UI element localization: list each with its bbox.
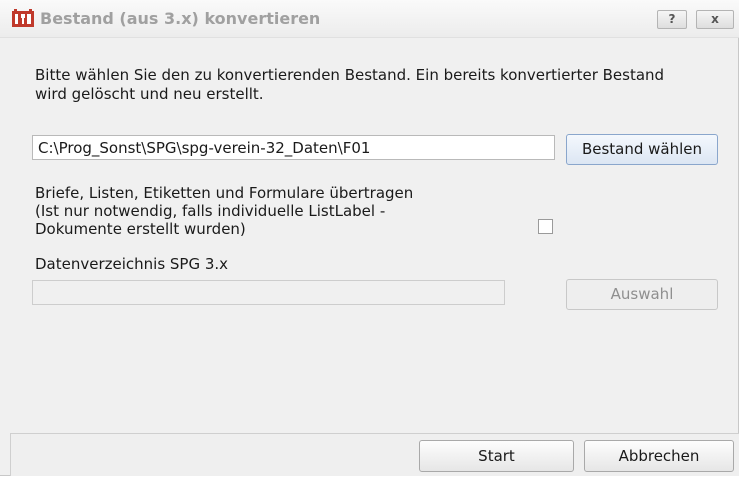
choose-bestand-button[interactable]: Bestand wählen bbox=[566, 134, 718, 165]
window-title: Bestand (aus 3.x) konvertieren bbox=[40, 9, 321, 28]
data-directory-label: Datenverzeichnis SPG 3.x bbox=[35, 255, 229, 273]
data-directory-input[interactable] bbox=[32, 280, 505, 305]
select-directory-button[interactable]: Auswahl bbox=[566, 279, 718, 310]
instruction-text: Bitte wählen Sie den zu konvertierenden … bbox=[35, 66, 715, 104]
start-button[interactable]: Start bbox=[419, 440, 574, 472]
close-button[interactable]: x bbox=[696, 10, 734, 29]
app-logo-icon bbox=[12, 9, 34, 27]
transfer-documents-label: Briefe, Listen, Etiketten und Formulare … bbox=[35, 184, 515, 238]
instruction-line-1: Bitte wählen Sie den zu konvertierenden … bbox=[35, 66, 665, 84]
transfer-documents-line-2: (Ist nur notwendig, falls individuelle L… bbox=[35, 202, 386, 220]
transfer-documents-line-3: Dokumente erstellt wurden) bbox=[35, 220, 246, 238]
title-bar[interactable]: Bestand (aus 3.x) konvertieren ? x bbox=[0, 0, 739, 38]
dialog-window: Bestand (aus 3.x) konvertieren ? x Bitte… bbox=[0, 0, 739, 476]
instruction-line-2: wird gelöscht und neu erstellt. bbox=[35, 85, 264, 103]
transfer-documents-checkbox[interactable] bbox=[538, 219, 553, 234]
help-button[interactable]: ? bbox=[657, 10, 687, 29]
bestand-path-input[interactable] bbox=[32, 135, 555, 160]
transfer-documents-line-1: Briefe, Listen, Etiketten und Formulare … bbox=[35, 184, 414, 202]
cancel-button[interactable]: Abbrechen bbox=[584, 440, 734, 472]
